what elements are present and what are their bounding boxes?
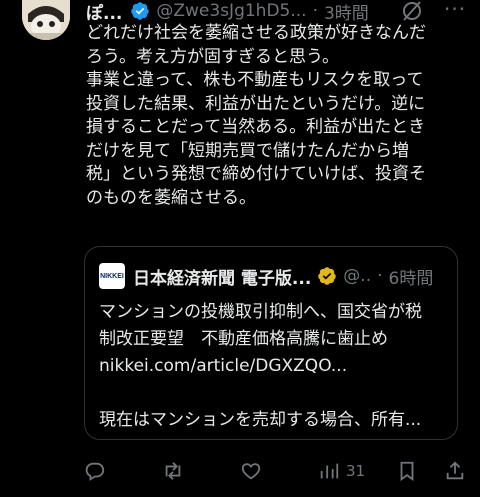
quoted-link[interactable]: nikkei.com/article/DGXZQO... [99, 353, 447, 380]
tweet-line: 投資した結果、利益が出たというだけ。逆に [86, 93, 426, 114]
verified-badge-icon [131, 2, 150, 20]
avatar-image [22, 0, 70, 40]
retweet-icon [165, 462, 181, 480]
quoted-line: 現在はマンションを売却する場合、所有... [99, 410, 422, 430]
separator-dot: · [377, 266, 383, 286]
tweet-action-bar: 31 [0, 454, 480, 488]
like-button[interactable] [240, 454, 268, 488]
quoted-line: 制改正要望 不動産価格高騰に歯止め [99, 329, 388, 349]
views-chart-icon [320, 463, 339, 479]
quoted-line: マンションの投機取引抑制へ、国交省が税 [99, 302, 422, 322]
views-button[interactable]: 31 [318, 454, 365, 488]
quoted-tweet-header: NIKKEI 日本経済新聞 電子版... @.. · 6時間 [99, 263, 433, 289]
reply-button[interactable] [84, 454, 112, 488]
tweet-line: だけを見て「短期売買で儲けたんだから増 [86, 140, 409, 161]
bookmark-button[interactable] [396, 454, 418, 488]
author-name[interactable]: ぽ... [86, 0, 122, 24]
bookmark-icon [400, 461, 414, 482]
retweet-button[interactable] [162, 454, 190, 488]
share-icon [446, 461, 464, 480]
quoted-tweet-text: マンションの投機取引抑制へ、国交省が税 制改正要望 不動産価格高騰に歯止め ni… [99, 299, 447, 434]
views-count: 31 [346, 462, 366, 480]
author-handle[interactable]: @Zwe3sJg1hD5... [156, 1, 306, 21]
reply-icon [85, 462, 105, 481]
avatar[interactable] [22, 0, 70, 40]
tweet-time[interactable]: 3時間 [324, 0, 369, 24]
quoted-tweet-time: 6時間 [388, 268, 434, 289]
quoted-author-name: 日本経済新聞 電子版... [133, 268, 312, 289]
more-options-button[interactable]: ··· [444, 0, 466, 19]
tweet-text: どれだけ社会を萎縮させる政策が好きなんだ ろう。考え方が固すぎると思う。 事業と… [86, 22, 470, 210]
separator-dot: · [312, 1, 318, 21]
quoted-author-handle: @.. [343, 266, 372, 286]
quoted-line [99, 380, 447, 407]
tweet-line: ろう。考え方が固すぎると思う。 [86, 46, 339, 67]
verified-gold-badge-icon [318, 267, 337, 285]
heart-icon [241, 463, 261, 480]
tweet-line: 損することだって当然ある。利益が出たとき [86, 117, 426, 137]
tweet-line: のものを萎縮させる。 [86, 187, 256, 208]
nikkei-logo: NIKKEI [99, 263, 125, 289]
tweet-line: 税」という発想で締め付けていけば、投資そ [86, 164, 426, 184]
grok-icon[interactable] [400, 0, 424, 22]
tweet-line: 事業と違って、株も不動産もリスクを取って [86, 70, 424, 90]
tweet-line: どれだけ社会を萎縮させる政策が好きなんだ [86, 23, 426, 43]
quoted-tweet-card[interactable]: NIKKEI 日本経済新聞 電子版... @.. · 6時間 マンションの投機取… [84, 246, 458, 440]
share-button[interactable] [444, 454, 466, 488]
